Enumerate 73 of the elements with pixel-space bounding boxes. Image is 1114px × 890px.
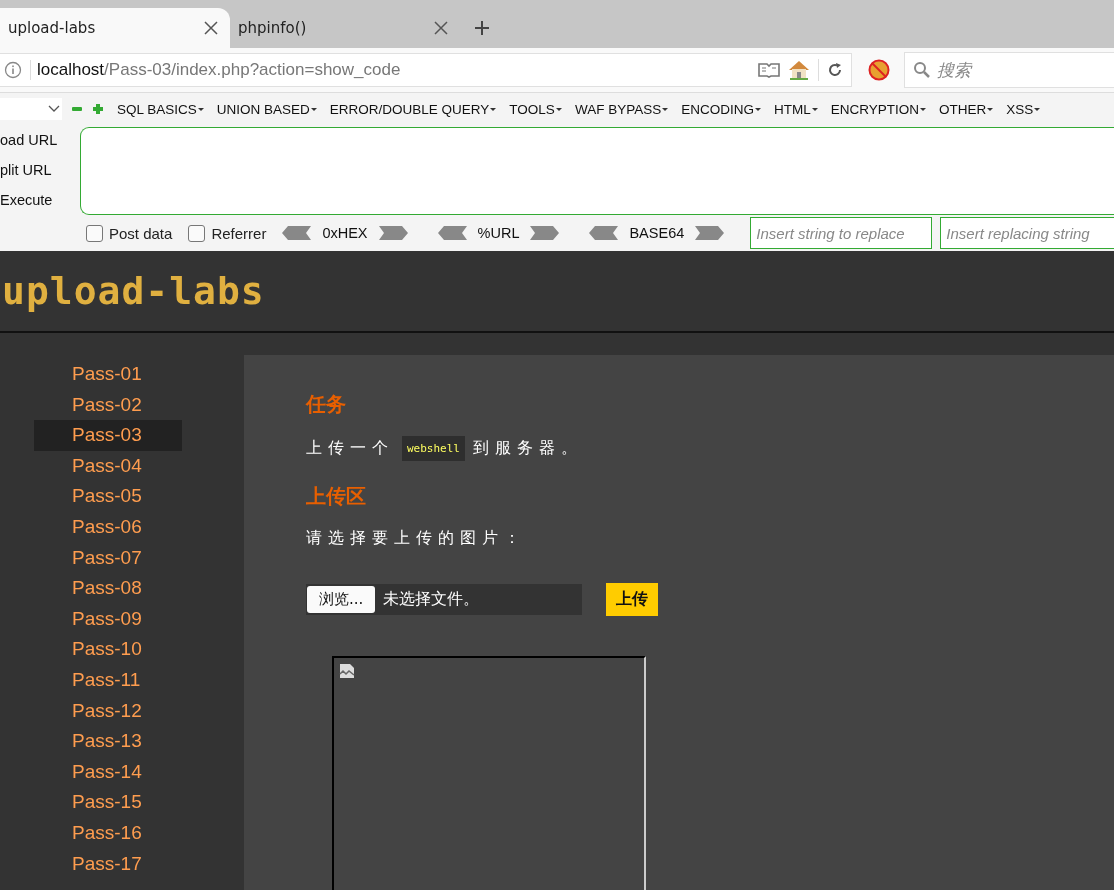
task-text: 上传一个 (306, 438, 394, 459)
sidebar-item[interactable]: Pass-12 (34, 695, 182, 727)
new-tab-icon[interactable] (474, 20, 490, 36)
sidebar-item[interactable]: Pass-11 (34, 664, 182, 696)
chevron-icon (48, 105, 60, 113)
file-input[interactable]: 浏览... 未选择文件。 (306, 584, 582, 615)
task-text: 到服务器。 (473, 438, 583, 459)
sidebar-item[interactable]: Pass-15 (34, 787, 182, 818)
upload-button[interactable]: 上传 (606, 583, 658, 616)
plus-icon[interactable] (92, 103, 104, 115)
sidebar-item[interactable]: Pass-04 (34, 450, 182, 482)
reader-view-icon[interactable] (758, 62, 780, 78)
url-textarea[interactable] (80, 127, 1114, 215)
decode-arrow-icon[interactable] (437, 226, 468, 240)
decode-arrow-icon[interactable] (282, 226, 313, 240)
sidebar-item[interactable]: Pass-16 (34, 817, 182, 849)
sidebar-item[interactable]: Pass-13 (34, 726, 182, 757)
replace-field[interactable]: Insert replacing string (940, 217, 1114, 249)
encoder-label: %URL (477, 225, 520, 241)
sidebar-item[interactable]: Pass-09 (34, 603, 182, 635)
menu-item[interactable]: WAF BYPASS (574, 101, 669, 117)
action-link[interactable]: oad URL (0, 132, 80, 148)
action-link[interactable]: plit URL (0, 162, 80, 178)
sidebar-item[interactable]: Pass-06 (34, 511, 182, 543)
sidebar-item[interactable]: Pass-17 (34, 848, 182, 880)
blocked-addon-icon[interactable] (868, 59, 890, 81)
search-field[interactable]: 搜索 (904, 52, 1114, 88)
checkbox-label: Post data (109, 224, 173, 242)
decode-arrow-icon[interactable] (589, 226, 620, 240)
address-bar[interactable]: localhost/Pass-03/index.php?action=show_code (0, 53, 852, 87)
sidebar-item[interactable]: Pass-03 (34, 420, 182, 451)
sidebar-item[interactable]: Pass-01 (34, 359, 182, 390)
encode-arrow-icon[interactable] (377, 226, 408, 240)
url-text: localhost/Pass-03/index.php?action=show_code (30, 60, 750, 80)
section-heading: 任务 (306, 391, 346, 418)
close-icon[interactable] (434, 21, 448, 35)
sidebar-item[interactable]: Pass-14 (34, 756, 182, 788)
checkbox-label: Referrer (211, 224, 267, 242)
checkbox[interactable] (86, 224, 103, 242)
sidebar-item[interactable]: Pass-08 (34, 573, 182, 604)
close-icon[interactable] (204, 21, 218, 35)
action-link[interactable]: Execute (0, 192, 80, 208)
site-logo: upload-labs (1, 269, 265, 313)
browser-tab[interactable]: upload-labs (0, 8, 230, 48)
reload-icon[interactable] (827, 62, 843, 78)
browser-tab[interactable]: phpinfo() (230, 8, 460, 48)
broken-image-icon (339, 663, 355, 679)
sidebar-item[interactable]: Pass-05 (34, 481, 182, 512)
menu-item[interactable]: SQL BASICS (117, 101, 204, 117)
replace-field[interactable]: Insert string to replace (750, 217, 933, 249)
menu-item[interactable]: TOOLS (509, 101, 562, 117)
home-icon[interactable] (788, 60, 810, 80)
encoder-label: 0xHEX (322, 225, 368, 241)
section-heading: 上传区 (306, 483, 366, 510)
sidebar-item[interactable]: Pass-10 (34, 634, 182, 665)
code-snippet: webshell (402, 436, 465, 461)
sidebar-item[interactable]: Pass-02 (34, 389, 182, 421)
menu-item[interactable]: ENCRYPTION (830, 101, 926, 117)
menu-item[interactable]: ENCODING (681, 101, 761, 117)
prompt-text: 请选择要上传的图片： (306, 528, 526, 549)
search-icon (913, 61, 931, 79)
sidebar-item[interactable]: Pass-07 (34, 542, 182, 574)
encoder-label: BASE64 (629, 225, 685, 241)
menu-item[interactable]: HTML (773, 101, 818, 117)
checkbox[interactable] (188, 224, 206, 242)
info-icon[interactable] (4, 61, 22, 79)
encode-arrow-icon[interactable] (694, 226, 725, 240)
encode-arrow-icon[interactable] (529, 226, 560, 240)
dropdown-select[interactable] (0, 98, 62, 120)
menu-item[interactable]: UNION BASED (216, 101, 317, 117)
menu-item[interactable]: OTHER (938, 101, 994, 117)
menu-item[interactable]: XSS (1006, 101, 1041, 117)
menu-item[interactable]: ERROR/DOUBLE QUERY (329, 101, 497, 117)
